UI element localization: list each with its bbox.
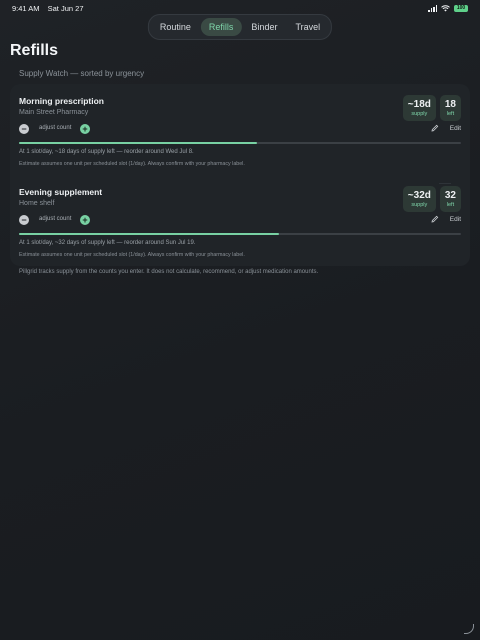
adjust-count-label: adjust count <box>39 125 72 131</box>
increment-button[interactable]: + <box>80 215 90 225</box>
battery-level: 100 <box>456 5 466 11</box>
reorder-note: At 1 slot/day, ~32 days of supply left —… <box>19 240 196 246</box>
status-time: 9:41 AM <box>12 3 40 13</box>
status-date: Sat Jun 27 <box>47 3 84 13</box>
plus-icon: + <box>82 124 88 134</box>
section-title: Supply Watch — sorted by urgency <box>19 69 145 78</box>
supply-badge: ~18d supply <box>402 95 436 121</box>
supply-progress-fill <box>19 142 257 144</box>
left-label: left <box>446 201 455 208</box>
count-left: 32 <box>444 189 456 201</box>
supply-label: supply <box>411 201 428 208</box>
increment-button[interactable]: + <box>80 124 90 134</box>
supply-progress-fill <box>19 233 279 235</box>
left-label: left <box>446 110 455 117</box>
minus-icon: − <box>21 215 27 225</box>
status-right: 100 <box>428 4 468 12</box>
supply-progress-bar <box>19 233 461 235</box>
supply-label: supply <box>411 110 428 117</box>
battery-icon: 100 <box>454 4 468 12</box>
item-divider <box>439 183 451 184</box>
estimate-note: Estimate assumes one unit per scheduled … <box>19 161 245 167</box>
supply-progress-bar <box>19 142 461 144</box>
tab-binder[interactable]: Binder <box>243 18 285 36</box>
supply-item: Evening supplement Home shelf ~32d suppl… <box>19 186 461 258</box>
item-name: Evening supplement <box>19 187 103 197</box>
edit-button[interactable]: Edit <box>450 216 461 223</box>
item-controls: − adjust count + Edit <box>19 124 461 136</box>
item-badges: ~32d supply 32 left <box>402 186 461 212</box>
pencil-icon[interactable] <box>431 124 439 132</box>
tab-routine[interactable]: Routine <box>152 18 199 36</box>
plus-icon: + <box>82 215 88 225</box>
decrement-button[interactable]: − <box>19 215 29 225</box>
edit-button[interactable]: Edit <box>450 125 461 132</box>
item-location: Home shelf <box>19 200 55 207</box>
minus-icon: − <box>21 124 27 134</box>
supply-days: ~18d <box>407 98 431 110</box>
page-title: Refills <box>10 42 59 59</box>
tab-travel[interactable]: Travel <box>287 18 328 36</box>
status-left: 9:41 AM Sat Jun 27 <box>12 4 89 13</box>
decrement-button[interactable]: − <box>19 124 29 134</box>
count-left: 18 <box>444 98 456 110</box>
cellular-signal-icon <box>428 4 437 12</box>
supply-item: Morning prescription Main Street Pharmac… <box>19 95 461 184</box>
adjust-count-label: adjust count <box>39 216 72 222</box>
estimate-note: Estimate assumes one unit per scheduled … <box>19 252 245 258</box>
count-badge: 18 left <box>439 95 461 121</box>
wifi-icon <box>441 4 450 11</box>
disclaimer-text: Pillgrid tracks supply from the counts y… <box>19 269 319 275</box>
item-name: Morning prescription <box>19 96 104 106</box>
supply-days: ~32d <box>407 189 431 201</box>
item-controls: − adjust count + Edit <box>19 215 461 227</box>
resize-handle-icon[interactable] <box>464 624 474 634</box>
tab-refills[interactable]: Refills <box>200 18 242 36</box>
tab-bar: Routine Refills Binder Travel <box>147 14 333 40</box>
supply-badge: ~32d supply <box>402 186 436 212</box>
supply-watch-card: Morning prescription Main Street Pharmac… <box>10 84 470 266</box>
item-badges: ~18d supply 18 left <box>402 95 461 121</box>
item-location: Main Street Pharmacy <box>19 109 89 116</box>
reorder-note: At 1 slot/day, ~18 days of supply left —… <box>19 149 194 155</box>
pencil-icon[interactable] <box>431 215 439 223</box>
count-badge: 32 left <box>439 186 461 212</box>
